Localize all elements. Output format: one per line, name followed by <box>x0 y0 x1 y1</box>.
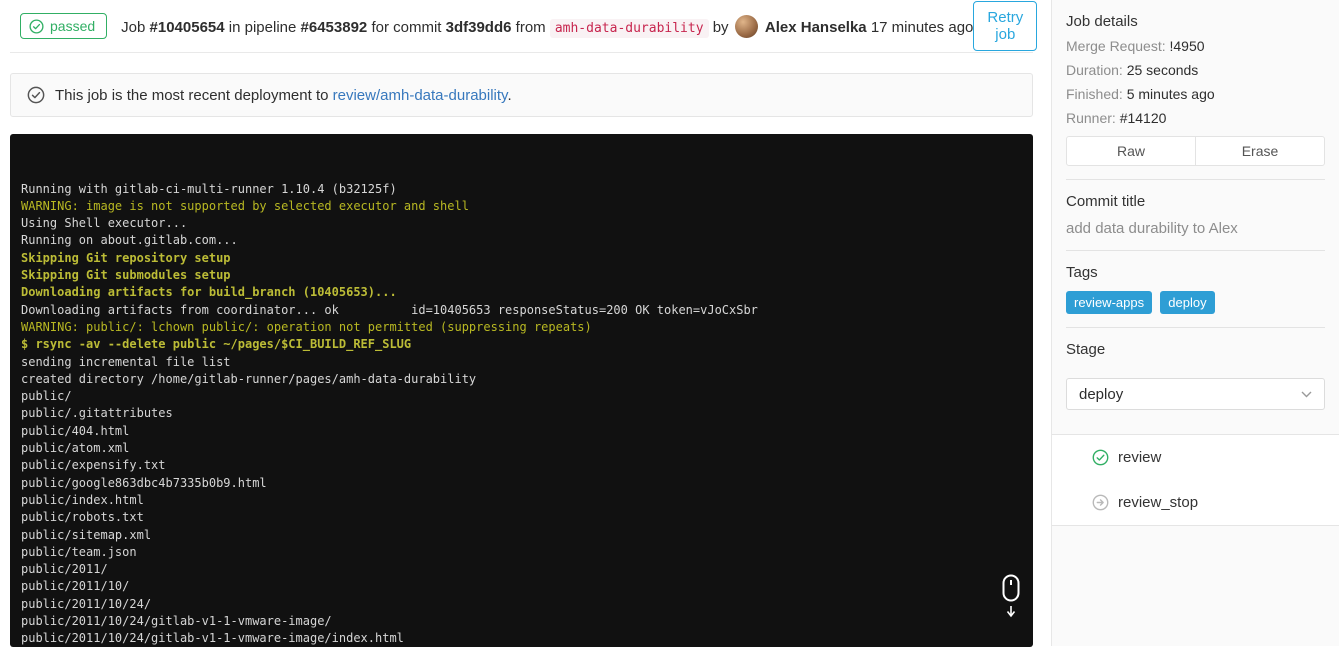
status-badge[interactable]: passed <box>20 13 108 39</box>
tags-heading: Tags <box>1066 264 1098 281</box>
status-label: passed <box>50 18 96 34</box>
build-name: review_stop <box>1118 494 1199 511</box>
stage-selected-value: deploy <box>1079 385 1124 403</box>
time-ago: 17 minutes ago <box>870 18 974 36</box>
status-check-icon <box>29 18 44 34</box>
detail-label: Finished: <box>1066 86 1123 102</box>
log-line: Using Shell executor... <box>21 216 188 231</box>
from-label: from <box>515 18 546 36</box>
notice-suffix: . <box>507 86 512 104</box>
stage-dropdown[interactable]: deploy <box>1066 378 1325 410</box>
divider <box>1066 327 1325 328</box>
log-line: Running on about.gitlab.com... <box>21 233 238 248</box>
trace-actions: Raw Erase <box>1066 136 1325 166</box>
raw-button[interactable]: Raw <box>1066 136 1196 166</box>
detail-label: Duration: <box>1066 62 1123 78</box>
notice-text: This job is the most recent deployment t… <box>55 87 512 104</box>
sidebar-title: Job details <box>1066 13 1138 30</box>
commit-title-text: add data durability to Alex <box>1066 220 1238 237</box>
notice-prefix: This job is the most recent deployment t… <box>55 86 329 104</box>
status-manual-icon <box>1092 494 1109 511</box>
build-row-review[interactable]: review <box>1052 435 1339 480</box>
log-line: public/expensify.txt <box>21 458 166 473</box>
detail-value: 5 minutes ago <box>1126 86 1215 102</box>
tags-list: review-apps deploy <box>1066 291 1325 314</box>
log-line: public/2011/ <box>21 562 108 577</box>
by-label: by <box>712 18 729 36</box>
detail-row-runner: Runner: #14120 <box>1066 110 1325 126</box>
job-page: passed Job #10405654 in pipeline #645389… <box>0 0 1339 647</box>
job-header: passed Job #10405654 in pipeline #645389… <box>10 0 1038 53</box>
detail-value: 25 seconds <box>1126 62 1199 78</box>
log-line: sending incremental file list <box>21 354 231 369</box>
detail-label: Merge Request: <box>1066 38 1166 54</box>
scroll-down-indicator[interactable] <box>942 557 1022 641</box>
job-label: Job <box>121 18 146 36</box>
detail-row-duration: Duration: 25 seconds <box>1066 62 1325 78</box>
commit-title-heading: Commit title <box>1066 193 1146 210</box>
log-line: public/index.html <box>21 492 144 507</box>
pipeline-id[interactable]: #6453892 <box>301 19 368 36</box>
log-line: public/google863dbc4b7335b0b9.html <box>21 475 267 490</box>
log-line: public/2011/10/24/gitlab-v1-1-vmware-ima… <box>21 614 332 629</box>
job-details-list: Merge Request: !4950 Duration: 25 second… <box>1066 38 1325 126</box>
log-line: Downloading artifacts for build_branch (… <box>21 285 397 300</box>
branch-ref[interactable]: amh-data-durability <box>549 18 709 38</box>
log-line: public/.gitattributes <box>21 406 173 421</box>
log-line: Downloading artifacts from coordinator..… <box>21 302 758 317</box>
detail-row-merge-request: Merge Request: !4950 <box>1066 38 1325 54</box>
job-sidebar: Job details Merge Request: !4950 Duratio… <box>1051 0 1339 646</box>
log-line: public/ <box>21 389 72 404</box>
log-line: $ rsync -av --delete public ~/pages/$CI_… <box>21 337 412 352</box>
build-trace[interactable]: Running with gitlab-ci-multi-runner 1.10… <box>10 134 1033 647</box>
log-line: created directory /home/gitlab-runner/pa… <box>21 371 477 386</box>
log-line: public/team.json <box>21 544 137 559</box>
mouse-scroll-icon <box>1002 574 1020 618</box>
tag-badge-deploy: deploy <box>1160 291 1215 314</box>
detail-value: #14120 <box>1119 110 1167 126</box>
retry-job-button[interactable]: Retry job <box>973 1 1038 51</box>
divider <box>1066 250 1325 251</box>
stage-builds-list: review review_stop <box>1052 434 1339 526</box>
log-line: public/2011/10/24/gitlab-v1-1-vmware-ima… <box>21 631 404 646</box>
detail-row-finished: Finished: 5 minutes ago <box>1066 86 1325 102</box>
build-name: review <box>1118 449 1162 466</box>
avatar[interactable] <box>734 14 758 38</box>
log-lines: Running with gitlab-ci-multi-runner 1.10… <box>21 181 1022 647</box>
stage-heading: Stage <box>1066 341 1106 358</box>
log-line: Running with gitlab-ci-multi-runner 1.10… <box>21 181 397 196</box>
commit-sha[interactable]: 3df39dd6 <box>446 19 512 36</box>
detail-label: Runner: <box>1066 110 1116 126</box>
commit-label: for commit <box>371 18 442 36</box>
divider <box>1066 179 1325 180</box>
pipeline-label: in pipeline <box>228 18 297 36</box>
log-line: Skipping Git repository setup <box>21 250 231 265</box>
erase-button[interactable]: Erase <box>1195 136 1325 166</box>
log-line: public/atom.xml <box>21 441 130 456</box>
log-line: WARNING: public/: lchown public/: operat… <box>21 319 592 334</box>
job-summary: Job #10405654 in pipeline #6453892 for c… <box>121 14 974 38</box>
log-line: WARNING: image is not supported by selec… <box>21 198 469 213</box>
tag-badge-review-apps: review-apps <box>1066 291 1153 314</box>
job-id: #10405654 <box>149 18 225 36</box>
notice-check-icon <box>27 86 45 104</box>
environment-link[interactable]: review/amh-data-durability <box>333 87 508 104</box>
chevron-down-icon <box>1301 391 1312 397</box>
log-line: public/2011/10/24/ <box>21 596 152 611</box>
build-row-review-stop[interactable]: review_stop <box>1052 480 1339 525</box>
author-name[interactable]: Alex Hanselka <box>765 19 867 36</box>
main-column: passed Job #10405654 in pipeline #645389… <box>0 0 1051 647</box>
deployment-notice: This job is the most recent deployment t… <box>10 73 1033 117</box>
log-line: public/404.html <box>21 423 130 438</box>
log-line: public/robots.txt <box>21 510 144 525</box>
log-line: public/sitemap.xml <box>21 527 152 542</box>
log-line: Skipping Git submodules setup <box>21 268 231 283</box>
status-success-icon <box>1092 449 1109 466</box>
merge-request-link[interactable]: !4950 <box>1170 38 1205 54</box>
log-line: public/2011/10/ <box>21 579 130 594</box>
